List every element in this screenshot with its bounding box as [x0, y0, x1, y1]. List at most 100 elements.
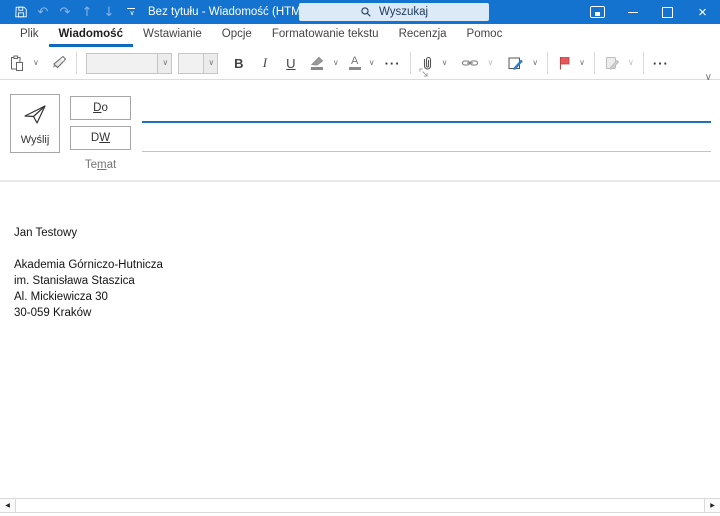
follow-up-flag-dropdown[interactable]: ∨	[574, 50, 588, 76]
minimize-button[interactable]	[615, 0, 650, 24]
chevron-down-icon: ∨	[332, 58, 339, 67]
ribbon-separator	[75, 52, 77, 74]
move-down-icon: ↓	[103, 4, 115, 20]
search-input[interactable]: Wyszukaj	[299, 3, 489, 21]
ribbon-toolbar: ∨ ∨ ∨ B I U ∨ A ∨ ··· ∨ ∨ ∨ ∨ ∨ ··· ∨	[0, 47, 720, 83]
ribbon-display-options-button[interactable]	[580, 0, 615, 24]
dialog-launcher-icon	[419, 68, 428, 77]
signature-button[interactable]	[504, 50, 527, 76]
redo-button[interactable]: ↷	[54, 0, 76, 24]
tab-pomoc[interactable]: Pomoc	[457, 24, 513, 47]
send-button[interactable]: Wyślij	[10, 94, 60, 153]
sensitivity-icon	[604, 55, 620, 71]
text-formatting-overflow-button[interactable]: ···	[382, 50, 404, 76]
scroll-right-button[interactable]: ▶	[704, 499, 720, 512]
follow-up-flag-button[interactable]	[554, 50, 574, 76]
tab-formatowanie-tekstu[interactable]: Formatowanie tekstu	[262, 24, 389, 47]
send-label: Wyślij	[20, 134, 50, 146]
tab-opcje[interactable]: Opcje	[212, 24, 262, 47]
redo-icon: ↷	[59, 4, 71, 20]
bold-button[interactable]: B	[229, 50, 249, 76]
window-title: Bez tytułu - Wiadomość (HTML)	[148, 6, 311, 18]
message-body[interactable]: Jan Testowy Akademia Górniczo-Hutnicza i…	[0, 182, 720, 498]
sensitivity-button[interactable]	[601, 50, 623, 76]
horizontal-scrollbar: ◀ ▶	[0, 498, 720, 513]
chevron-down-icon: ∨	[441, 58, 448, 67]
signature-icon	[507, 55, 524, 71]
tab-recenzja[interactable]: Recenzja	[389, 24, 457, 47]
follow-up-flag-icon	[557, 55, 571, 71]
attach-file-dropdown[interactable]: ∨	[437, 50, 451, 76]
close-button[interactable]: ×	[685, 0, 720, 24]
move-up-button[interactable]: ↑	[76, 0, 98, 24]
chevron-down-icon: ∨	[628, 58, 634, 67]
tab-wstawianie[interactable]: Wstawianie	[133, 24, 212, 47]
format-painter-icon	[51, 55, 67, 71]
tab-wiadomosc[interactable]: Wiadomość	[48, 24, 133, 47]
save-button[interactable]	[10, 0, 32, 24]
font-size-dropdown[interactable]: ∨	[202, 53, 217, 73]
dialog-launcher-button[interactable]	[419, 68, 428, 77]
signature-block: Jan Testowy Akademia Górniczo-Hutnicza i…	[14, 225, 163, 321]
highlight-button[interactable]	[307, 50, 328, 76]
save-icon	[14, 5, 28, 19]
outlook-message-window: ↶ ↷ ↑ ↓ ∨ Bez tytułu - Wiadomość (HTML)	[0, 0, 720, 516]
scroll-right-icon: ▶	[710, 502, 715, 509]
sensitivity-dropdown[interactable]: ∨	[623, 50, 637, 76]
send-icon	[22, 103, 48, 126]
highlight-dropdown[interactable]: ∨	[328, 50, 342, 76]
scroll-left-icon: ◀	[5, 502, 10, 509]
signature-line: Akademia Górniczo-Hutnicza	[14, 259, 163, 271]
signature-line: im. Stanisława Staszica	[14, 275, 135, 287]
cc-field-underline	[142, 151, 711, 152]
maximize-button[interactable]	[650, 0, 685, 24]
signature-line: 30-059 Kraków	[14, 307, 92, 319]
scrollbar-thumb[interactable]	[16, 499, 704, 512]
customize-quick-access-toolbar-button[interactable]: ∨	[120, 0, 142, 24]
undo-icon: ↶	[37, 4, 49, 20]
ribbon-tab-bar: Plik Wiadomość Wstawianie Opcje Formatow…	[0, 24, 720, 47]
italic-button[interactable]: I	[255, 50, 275, 76]
paste-dropdown[interactable]: ∨	[28, 50, 42, 76]
ribbon-separator	[642, 52, 644, 74]
font-color-button[interactable]: A	[346, 50, 364, 76]
search-icon	[360, 6, 372, 18]
move-up-icon: ↑	[81, 4, 93, 20]
cc-field[interactable]	[142, 127, 711, 150]
undo-button[interactable]: ↶	[32, 0, 54, 24]
paste-button[interactable]	[6, 50, 28, 76]
chevron-down-icon: ∨	[368, 58, 375, 67]
move-down-button[interactable]: ↓	[98, 0, 120, 24]
font-size-combobox[interactable]: ∨	[177, 52, 218, 74]
insert-link-dropdown[interactable]: ∨	[482, 50, 496, 76]
font-name-dropdown[interactable]: ∨	[156, 53, 171, 73]
insert-link-button[interactable]	[458, 50, 482, 76]
signature-dropdown[interactable]: ∨	[527, 50, 541, 76]
scroll-left-button[interactable]: ◀	[0, 499, 16, 512]
signature-line: Jan Testowy	[14, 227, 78, 239]
tab-plik[interactable]: Plik	[10, 24, 49, 47]
more-commands-button[interactable]: ···	[650, 50, 672, 76]
paste-icon	[9, 55, 25, 72]
cc-button[interactable]: DW	[70, 126, 131, 150]
underline-button[interactable]: U	[281, 50, 301, 76]
close-icon: ×	[698, 3, 707, 21]
subject-field[interactable]	[142, 155, 711, 178]
format-painter-button[interactable]	[48, 50, 70, 76]
chevron-down-icon: ∨	[162, 58, 169, 67]
font-size-value	[179, 54, 203, 73]
chevron-down-icon: ∨	[532, 58, 539, 67]
chevron-down-icon: ∨	[33, 58, 39, 67]
to-field[interactable]	[142, 97, 711, 120]
quick-access-toolbar: ↶ ↷ ↑ ↓ ∨	[10, 0, 142, 24]
bold-label: B	[234, 55, 244, 71]
font-color-dropdown[interactable]: ∨	[364, 50, 378, 76]
ribbon-separator	[409, 52, 411, 74]
window-controls: ×	[580, 0, 720, 24]
search-placeholder: Wyszukaj	[378, 6, 429, 18]
ribbon-separator	[547, 52, 549, 74]
font-name-combobox[interactable]: ∨	[85, 52, 172, 74]
to-button[interactable]: Do	[70, 96, 131, 120]
ribbon-separator	[594, 52, 596, 74]
maximize-icon	[662, 6, 673, 18]
